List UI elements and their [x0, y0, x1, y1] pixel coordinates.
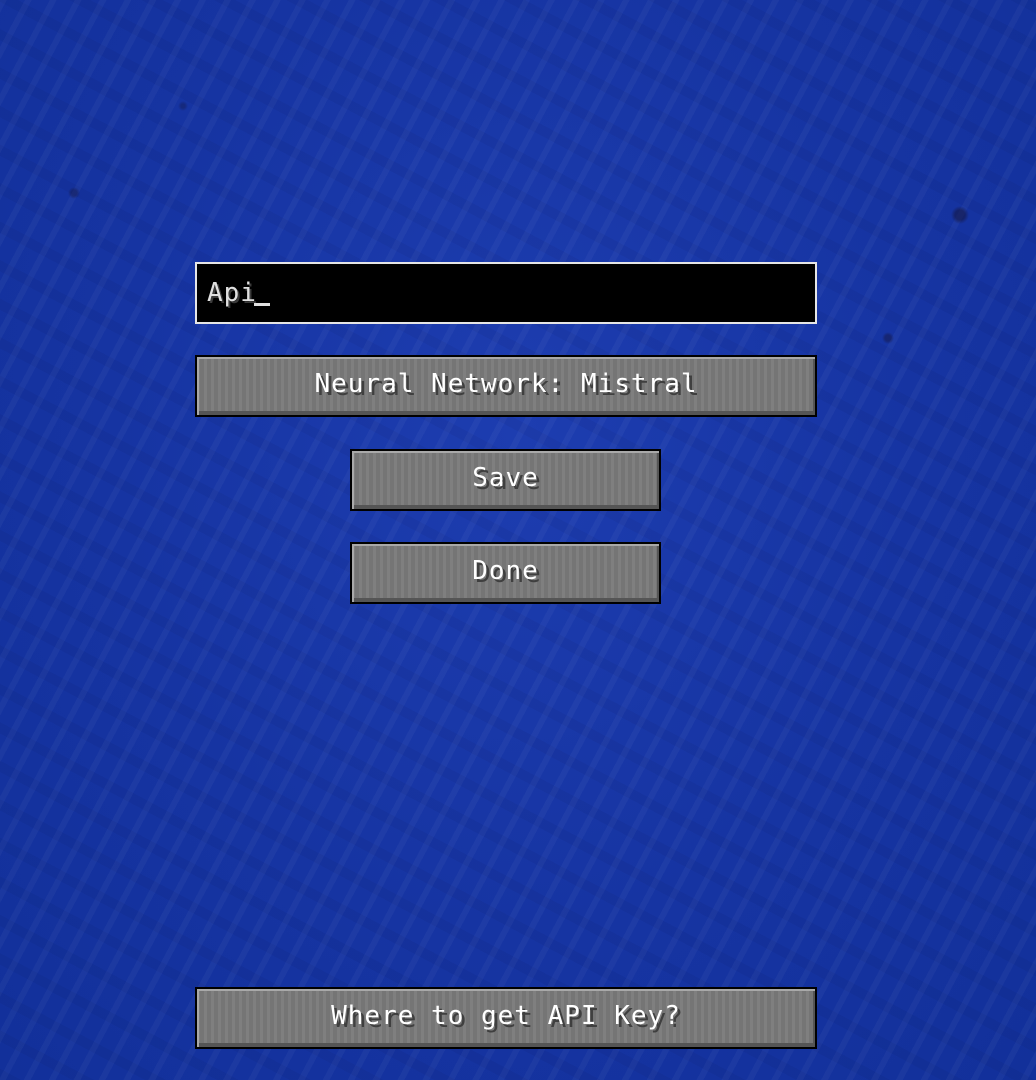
- api-key-field[interactable]: [195, 262, 817, 324]
- done-button[interactable]: Done: [350, 542, 661, 604]
- done-button-label: Done: [472, 556, 539, 586]
- save-button-label: Save: [472, 463, 539, 493]
- neural-network-button-label: Neural Network: Mistral: [314, 369, 698, 399]
- neural-network-button[interactable]: Neural Network: Mistral: [195, 355, 817, 417]
- api-key-input[interactable]: [207, 278, 815, 308]
- where-to-get-api-key-button[interactable]: Where to get API Key?: [195, 987, 817, 1049]
- save-button[interactable]: Save: [350, 449, 661, 511]
- text-cursor: [254, 303, 270, 306]
- where-to-get-api-key-label: Where to get API Key?: [331, 1001, 681, 1031]
